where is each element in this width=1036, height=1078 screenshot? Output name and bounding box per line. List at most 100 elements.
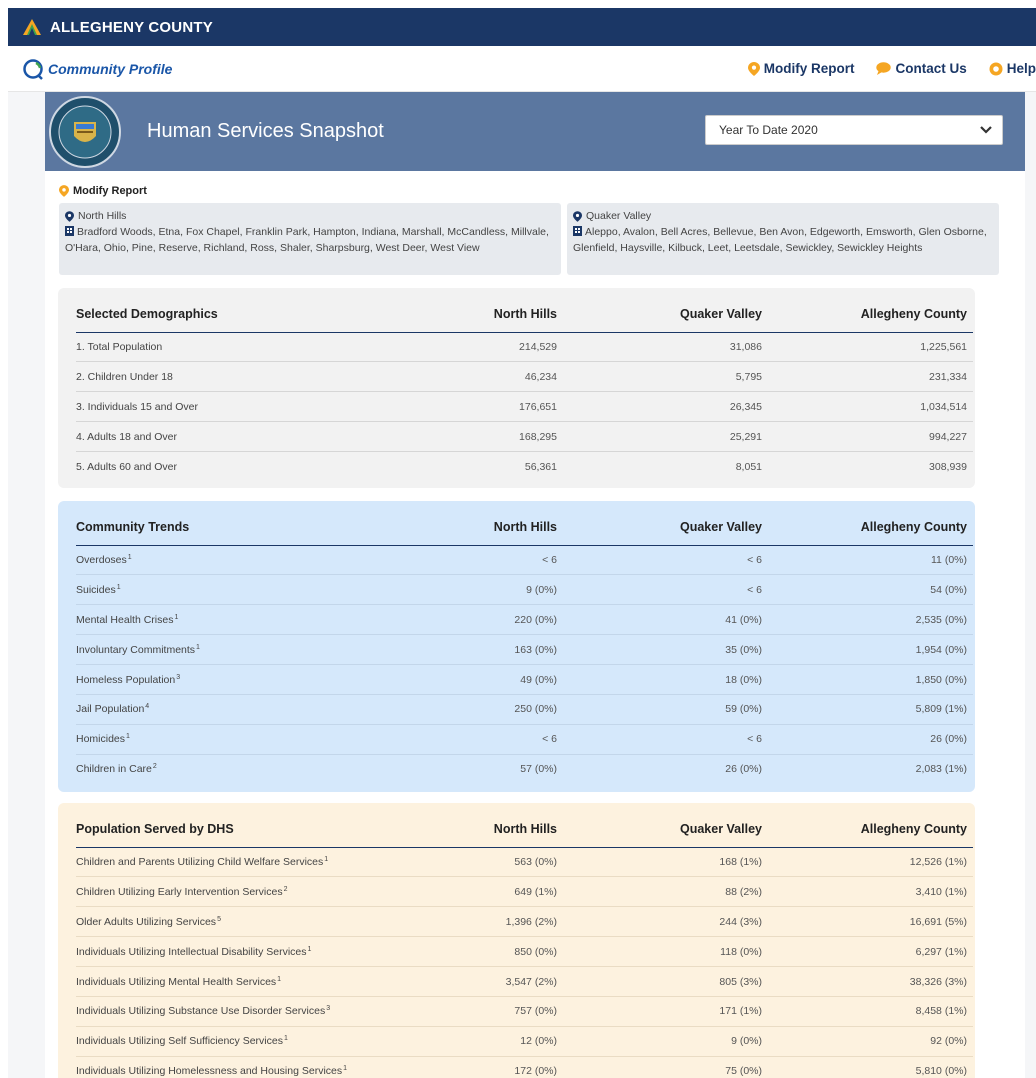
county-brand[interactable]: ALLEGHENY COUNTY	[50, 19, 213, 36]
footnote-marker: 2	[283, 885, 288, 893]
row-label: 3. Individuals 15 and Over	[76, 400, 198, 413]
value-cell: 3,547 (2%)	[436, 966, 563, 997]
table-row: Individuals Utilizing Substance Use Diso…	[76, 996, 973, 1027]
dhs-population-card: Population Served by DHS North Hills Quake…	[58, 803, 975, 1078]
row-label-cell: Individuals Utilizing Intellectual Disab…	[76, 936, 436, 968]
row-label-cell: Children in Care2	[76, 754, 436, 784]
table-row: Involuntary Commitments1 163 (0%) 35 (0%) 1…	[76, 634, 973, 666]
value-cell: 244 (3%)	[563, 906, 768, 938]
row-label: 4. Adults 18 and Over	[76, 430, 177, 443]
value-cell: 75 (0%)	[725, 1065, 762, 1078]
value-cell: 16,691 (5%)	[768, 906, 973, 938]
footnote-marker: 1	[307, 945, 312, 953]
table-row: Children and Parents Utilizing Child Wel…	[76, 847, 973, 878]
row-label-cell: Individuals Utilizing Self Sufficiency S…	[76, 1026, 436, 1057]
value-cell: 214,529	[436, 332, 563, 363]
community-profile-logo-icon	[23, 58, 43, 80]
row-label: Individuals Utilizing Homelessness and H…	[76, 1065, 343, 1078]
dhs-population-table: Population Served by DHS North Hills Quake…	[76, 811, 973, 1078]
value-cell: 220 (0%)	[436, 604, 563, 636]
column-header: North Hills	[436, 509, 563, 546]
row-label-cell: 4. Adults 18 and Over	[76, 421, 436, 453]
community-profile-brand[interactable]: Community Profile	[8, 58, 172, 80]
building-icon	[65, 226, 74, 236]
row-label-cell: Older Adults Utilizing Services5	[76, 906, 436, 938]
nav-modify-report-label: Modify Report	[763, 61, 855, 76]
footnote-marker: 2	[152, 763, 157, 771]
row-label: Overdoses	[76, 553, 127, 566]
value-cell: 26 (0%)	[725, 763, 762, 776]
nav-help[interactable]: Help	[989, 61, 1036, 76]
table-row: Older Adults Utilizing Services5 1,396 (2…	[76, 906, 973, 938]
value-cell: 57 (0%)	[520, 763, 557, 776]
value-cell: 2,535 (0%)	[768, 604, 973, 636]
row-label: Individuals Utilizing Intellectual Disab…	[76, 945, 307, 958]
modify-report-label: Modify Report	[73, 185, 147, 197]
value-cell: < 6	[436, 724, 563, 755]
column-header: Quaker Valley	[563, 811, 768, 848]
row-label: Individuals Utilizing Mental Health Serv…	[76, 975, 277, 988]
row-label: Children in Care	[76, 763, 152, 776]
value-cell: < 6	[563, 724, 768, 755]
region-municipalities-text: Aleppo, Avalon, Bell Acres, Bellevue, Be…	[573, 226, 987, 254]
value-cell: < 6	[563, 545, 768, 576]
nav-contact-us[interactable]: Contact Us	[876, 61, 967, 76]
table-row: 2. Children Under 18 46,234 5,795 231,334	[76, 361, 973, 393]
row-label-cell: Children Utilizing Early Intervention Se…	[76, 876, 436, 908]
region-name-label: Quaker Valley	[586, 210, 652, 222]
footnote-marker: 3	[176, 673, 181, 681]
footnote-marker: 3	[326, 1005, 331, 1013]
nav-modify-report[interactable]: Modify Report	[747, 61, 855, 76]
table-title: Population Served by DHS	[76, 811, 436, 848]
region-municipalities: Aleppo, Avalon, Bell Acres, Bellevue, Be…	[573, 224, 993, 256]
modify-report-link[interactable]: Modify Report	[59, 185, 147, 197]
column-header: Quaker Valley	[563, 509, 768, 546]
footnote-marker: 1	[127, 553, 132, 561]
value-cell: 563 (0%)	[436, 847, 563, 878]
table-row: 3. Individuals 15 and Over 176,651 26,345 1…	[76, 391, 973, 423]
row-label-cell: Overdoses1	[76, 545, 436, 576]
value-cell: 2,083 (1%)	[915, 763, 967, 776]
value-cell: 9 (0%)	[563, 1026, 768, 1057]
value-cell: 757 (0%)	[436, 996, 563, 1027]
table-row: 1. Total Population 214,529 31,086 1,225,56…	[76, 332, 973, 363]
row-label-cell: Individuals Utilizing Substance Use Diso…	[76, 996, 436, 1027]
nav-links: Modify Report Contact Us Help	[747, 61, 1036, 76]
value-cell: 5,795	[563, 361, 768, 393]
row-label-cell: 5. Adults 60 and Over	[76, 452, 436, 482]
county-logo-icon	[23, 19, 41, 35]
footnote-marker: 1	[343, 1065, 348, 1073]
table-row: Homeless Population3 49 (0%) 18 (0%) 1,850 …	[76, 664, 973, 695]
table-row: Overdoses1 < 6 < 6 11 (0%)	[76, 545, 973, 576]
value-cell: < 6	[436, 545, 563, 576]
period-select-value: Year To Date 2020	[719, 123, 818, 137]
value-cell: 11 (0%)	[768, 545, 973, 576]
map-marker-icon	[573, 210, 582, 222]
value-cell: 6,297 (1%)	[768, 936, 973, 968]
value-cell: 1,850 (0%)	[768, 664, 973, 695]
row-label: Children Utilizing Early Intervention Se…	[76, 885, 283, 898]
value-cell: 231,334	[768, 361, 973, 393]
row-label-cell: 1. Total Population	[76, 332, 436, 363]
row-label: Homeless Population	[76, 673, 176, 686]
table-title: Community Trends	[76, 509, 436, 546]
value-cell: 1,034,514	[768, 391, 973, 423]
nav-contact-us-label: Contact Us	[895, 61, 967, 76]
row-label: Individuals Utilizing Substance Use Diso…	[76, 1005, 326, 1018]
period-select[interactable]: Year To Date 2020	[705, 115, 1003, 145]
row-label: 1. Total Population	[76, 340, 163, 353]
column-header: North Hills	[436, 811, 563, 848]
table-row: Jail Population4 250 (0%) 59 (0%) 5,809 (1%…	[76, 694, 973, 725]
value-cell: 25,291	[563, 421, 768, 453]
column-header: Allegheny County	[768, 811, 973, 848]
value-cell: 59 (0%)	[563, 694, 768, 725]
value-cell: 8,458 (1%)	[768, 996, 973, 1027]
footnote-marker: 1	[174, 613, 179, 621]
demographics-card: Selected Demographics North Hills Quaker V…	[58, 288, 975, 488]
value-cell: 54 (0%)	[768, 574, 973, 606]
value-cell: 172 (0%)	[514, 1065, 557, 1078]
row-label-cell: Suicides1	[76, 574, 436, 606]
value-cell: 308,939	[929, 460, 967, 473]
county-topbar: ALLEGHENY COUNTY	[8, 8, 1036, 46]
row-label: Mental Health Crises	[76, 613, 174, 626]
